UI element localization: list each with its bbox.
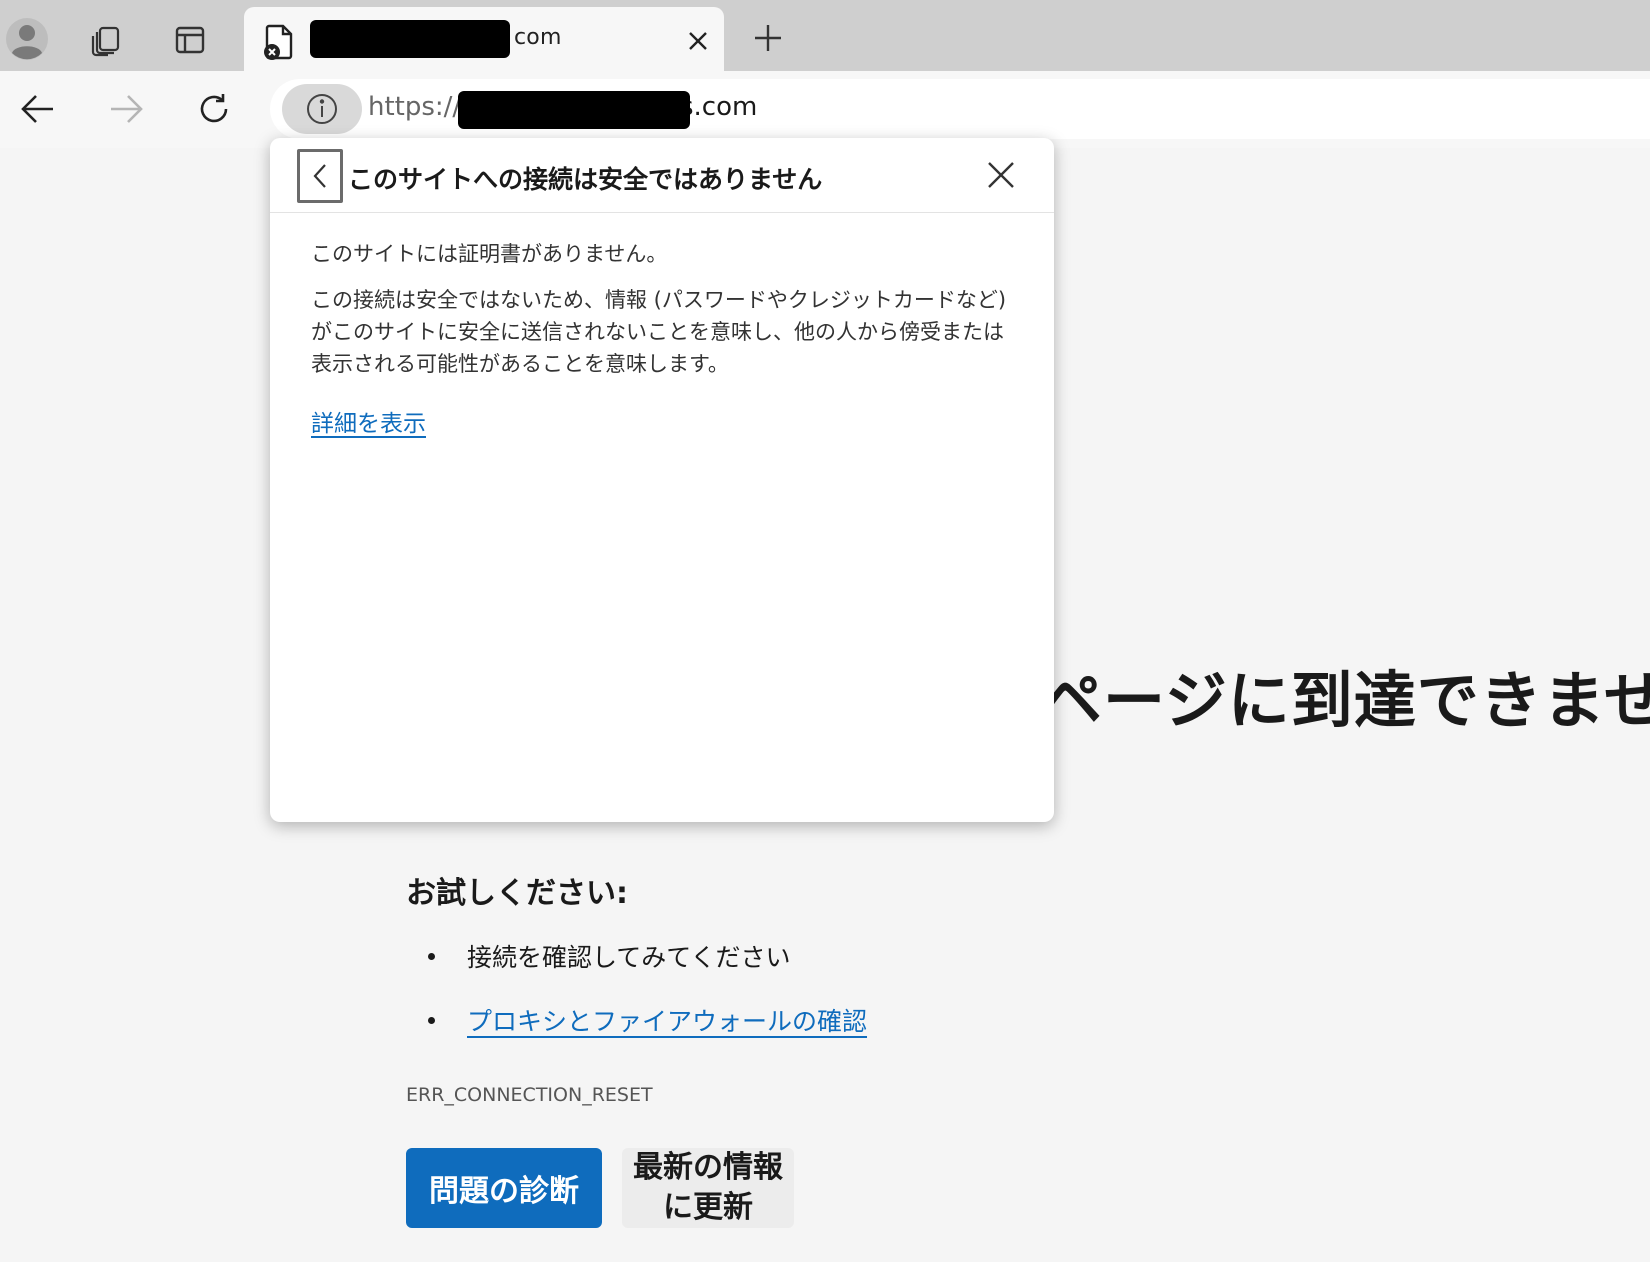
arrow-left-icon	[21, 95, 53, 123]
site-info-button[interactable]	[282, 84, 362, 134]
tab-favicon	[262, 23, 298, 61]
workspaces-button[interactable]	[84, 18, 128, 62]
popup-title: このサイトへの接続は安全ではありません	[348, 165, 823, 194]
insecure-explanation-text: この接続は安全ではないため、情報 (パスワードやクレジットカードなど) がこのサ…	[311, 288, 1007, 376]
active-tab[interactable]: com	[244, 7, 724, 71]
popup-body: このサイトには証明書がありません。 この接続は安全ではないため、情報 (パスワー…	[311, 238, 1011, 394]
tab-title-text: com	[514, 25, 562, 50]
no-certificate-text: このサイトには証明書がありません。	[311, 242, 668, 266]
suggestion-item: プロキシとファイアウォールの確認	[428, 1002, 867, 1038]
arrow-right-icon	[111, 95, 143, 123]
show-details-link[interactable]: 詳細を表示	[311, 404, 426, 438]
error-code: ERR_CONNECTION_RESET	[406, 1084, 653, 1106]
refresh-page-button[interactable]: 最新の情報に更新	[622, 1148, 794, 1228]
navigation-toolbar: https:// s.com	[0, 71, 1650, 148]
close-icon	[689, 32, 707, 50]
info-icon	[307, 94, 337, 124]
url-domain-suffix: s.com	[680, 92, 758, 122]
vertical-tabs-button[interactable]	[168, 18, 212, 62]
proxy-firewall-link[interactable]: プロキシとファイアウォールの確認	[467, 1002, 867, 1038]
bullet	[428, 1016, 435, 1024]
url-scheme: https://	[368, 92, 462, 122]
refresh-button[interactable]	[190, 85, 238, 133]
popup-header: このサイトへの接続は安全ではありません	[270, 138, 1054, 213]
back-button[interactable]	[14, 87, 62, 131]
new-tab-button[interactable]	[746, 16, 790, 60]
tab-strip: com	[0, 0, 1650, 71]
popup-back-button[interactable]	[297, 149, 343, 203]
forward-button[interactable]	[102, 87, 150, 131]
plus-icon	[755, 25, 781, 51]
close-icon	[988, 162, 1014, 188]
profile-avatar[interactable]	[4, 16, 50, 62]
page-error-icon	[264, 24, 293, 60]
popup-close-button[interactable]	[982, 156, 1020, 194]
redacted-tab-title	[310, 20, 510, 58]
diagnose-button[interactable]: 問題の診断	[406, 1148, 602, 1228]
workspaces-icon	[91, 26, 120, 57]
chevron-left-icon	[313, 164, 326, 188]
url-text[interactable]: https:// s.com	[368, 92, 757, 122]
redacted-url	[458, 91, 690, 129]
address-bar[interactable]: https:// s.com	[270, 79, 1650, 139]
vertical-tabs-icon	[175, 26, 205, 54]
suggestion-text: 接続を確認してみてください	[467, 943, 791, 972]
error-heading: ページに到達できません	[1040, 664, 1650, 737]
tab-title: com	[514, 25, 562, 50]
connection-info-popup: このサイトへの接続は安全ではありません このサイトには証明書がありません。 この…	[270, 138, 1054, 822]
try-title: お試しください:	[406, 876, 628, 911]
close-tab-button[interactable]	[680, 23, 716, 59]
suggestion-item: 接続を確認してみてください	[428, 938, 791, 974]
refresh-icon	[200, 94, 228, 123]
bullet	[428, 952, 435, 960]
profile-icon	[6, 18, 48, 60]
